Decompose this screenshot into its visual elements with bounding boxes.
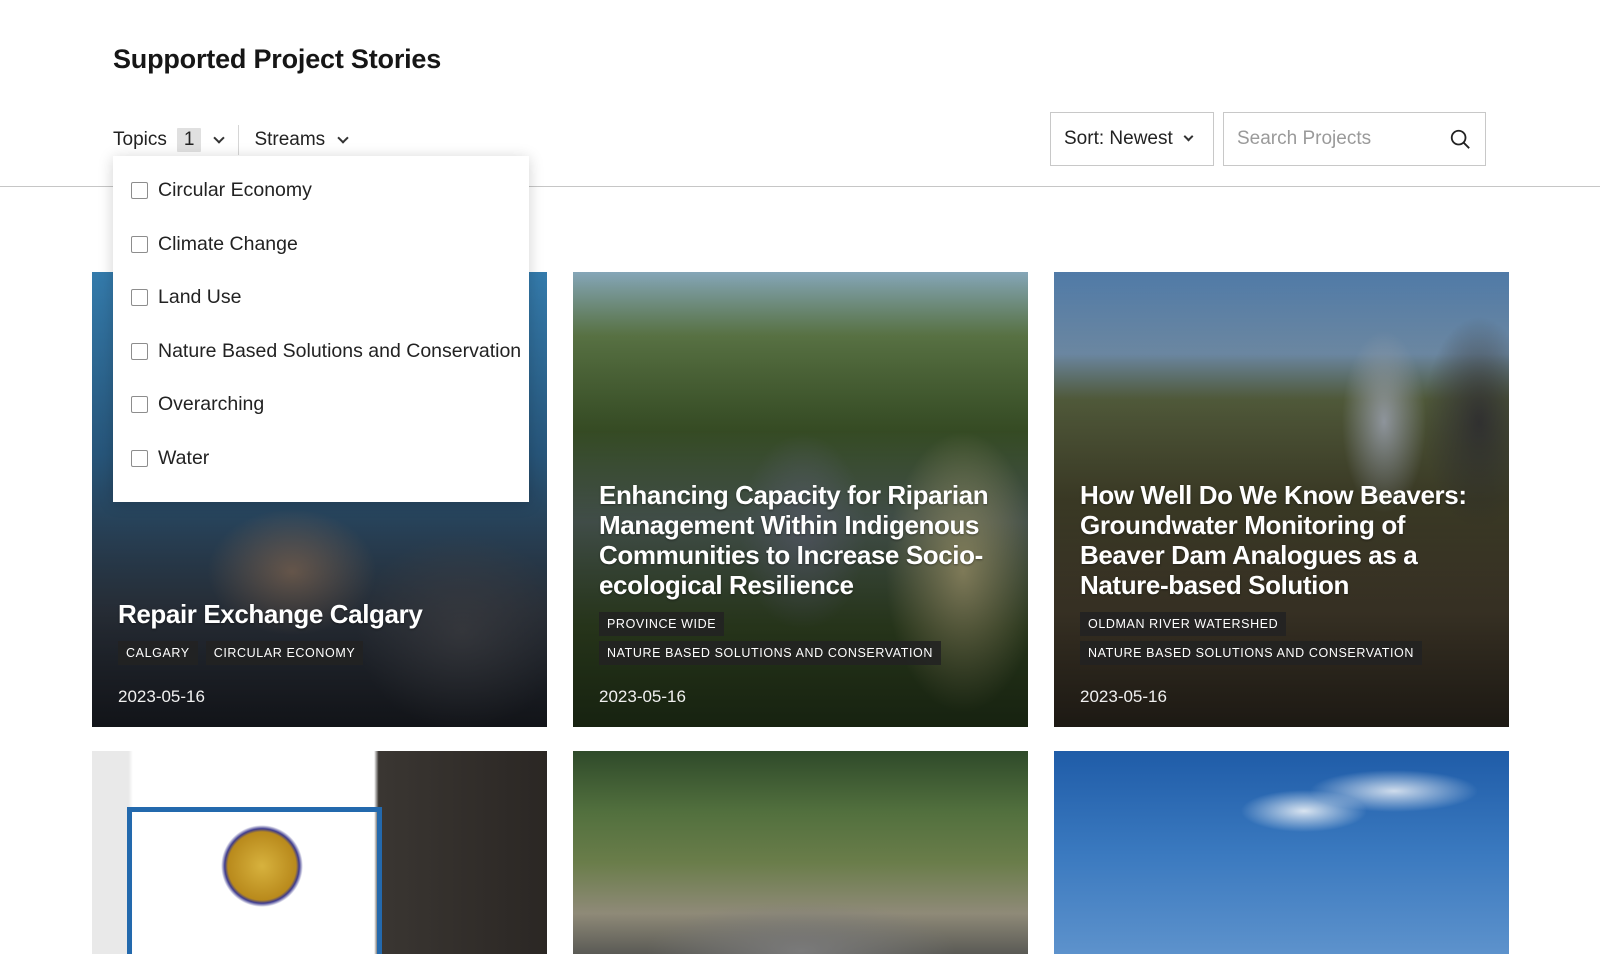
topic-option-label: Water (158, 446, 210, 469)
topic-option-label: Circular Economy (158, 179, 312, 202)
checkbox-icon[interactable] (131, 449, 148, 467)
project-card[interactable] (92, 751, 547, 954)
checkbox-icon[interactable] (131, 289, 148, 307)
card-tag[interactable]: CALGARY (118, 641, 198, 665)
card-tags: CALGARY CIRCULAR ECONOMY (118, 641, 527, 665)
chevron-down-icon (337, 131, 349, 144)
checkbox-icon[interactable] (131, 342, 148, 360)
sort-select[interactable]: Sort: Newest (1050, 112, 1214, 166)
filter-divider (238, 125, 240, 155)
sort-label: Sort: Newest (1064, 128, 1173, 149)
topics-dropdown: Circular Economy Climate Change Land Use… (113, 156, 529, 502)
card-content: Enhancing Capacity for Riparian Manageme… (599, 480, 1008, 707)
checkbox-icon[interactable] (131, 396, 148, 414)
streams-filter-label: Streams (254, 129, 326, 150)
project-card[interactable] (1054, 751, 1509, 954)
project-card[interactable]: Enhancing Capacity for Riparian Manageme… (573, 272, 1028, 727)
chevron-down-icon (213, 131, 226, 144)
card-date: 2023-05-16 (599, 687, 686, 706)
search-box (1223, 112, 1486, 166)
topics-selected-count: 1 (176, 128, 202, 152)
project-card[interactable]: How Well Do We Know Beavers: Groundwater… (1054, 272, 1509, 727)
project-card[interactable] (573, 751, 1028, 954)
card-tag[interactable]: OLDMAN RIVER WATERSHED (1080, 612, 1287, 636)
card-title: How Well Do We Know Beavers: Groundwater… (1080, 480, 1467, 600)
card-title: Repair Exchange Calgary (118, 599, 423, 629)
card-tag[interactable]: NATURE BASED SOLUTIONS AND CONSERVATION (599, 641, 941, 665)
card-tag[interactable]: NATURE BASED SOLUTIONS AND CONSERVATION (1080, 641, 1422, 665)
card-title: Enhancing Capacity for Riparian Manageme… (599, 480, 989, 600)
topic-option-climate-change[interactable]: Climate Change (113, 218, 529, 272)
topic-option-land-use[interactable]: Land Use (113, 271, 529, 325)
card-content: Repair Exchange Calgary CALGARY CIRCULAR… (118, 599, 527, 707)
card-tag[interactable]: PROVINCE WIDE (599, 612, 725, 636)
checkbox-icon[interactable] (131, 235, 148, 253)
chevron-down-icon (1183, 131, 1194, 142)
topic-option-label: Land Use (158, 286, 242, 309)
topic-option-nature-based-solutions[interactable]: Nature Based Solutions and Conservation (113, 325, 529, 379)
topic-option-label: Climate Change (158, 232, 298, 255)
card-image (127, 807, 382, 954)
topic-option-water[interactable]: Water (113, 432, 529, 486)
card-tag[interactable]: CIRCULAR ECONOMY (205, 641, 364, 665)
card-date: 2023-05-16 (1080, 687, 1167, 706)
card-tags: OLDMAN RIVER WATERSHED NATURE BASED SOLU… (1080, 612, 1489, 665)
card-tags: PROVINCE WIDE NATURE BASED SOLUTIONS AND… (599, 612, 1008, 665)
topic-option-label: Overarching (158, 393, 265, 416)
page-title: Supported Project Stories (113, 44, 442, 74)
search-icon[interactable] (1449, 128, 1471, 150)
topic-option-overarching[interactable]: Overarching (113, 378, 529, 432)
topics-filter-label: Topics (113, 129, 167, 150)
topic-option-circular-economy[interactable]: Circular Economy (113, 164, 529, 218)
checkbox-icon[interactable] (131, 182, 148, 200)
search-input[interactable] (1224, 128, 1439, 150)
card-date: 2023-05-16 (118, 687, 205, 706)
card-content: How Well Do We Know Beavers: Groundwater… (1080, 480, 1489, 707)
topic-option-label: Nature Based Solutions and Conservation (158, 339, 522, 362)
